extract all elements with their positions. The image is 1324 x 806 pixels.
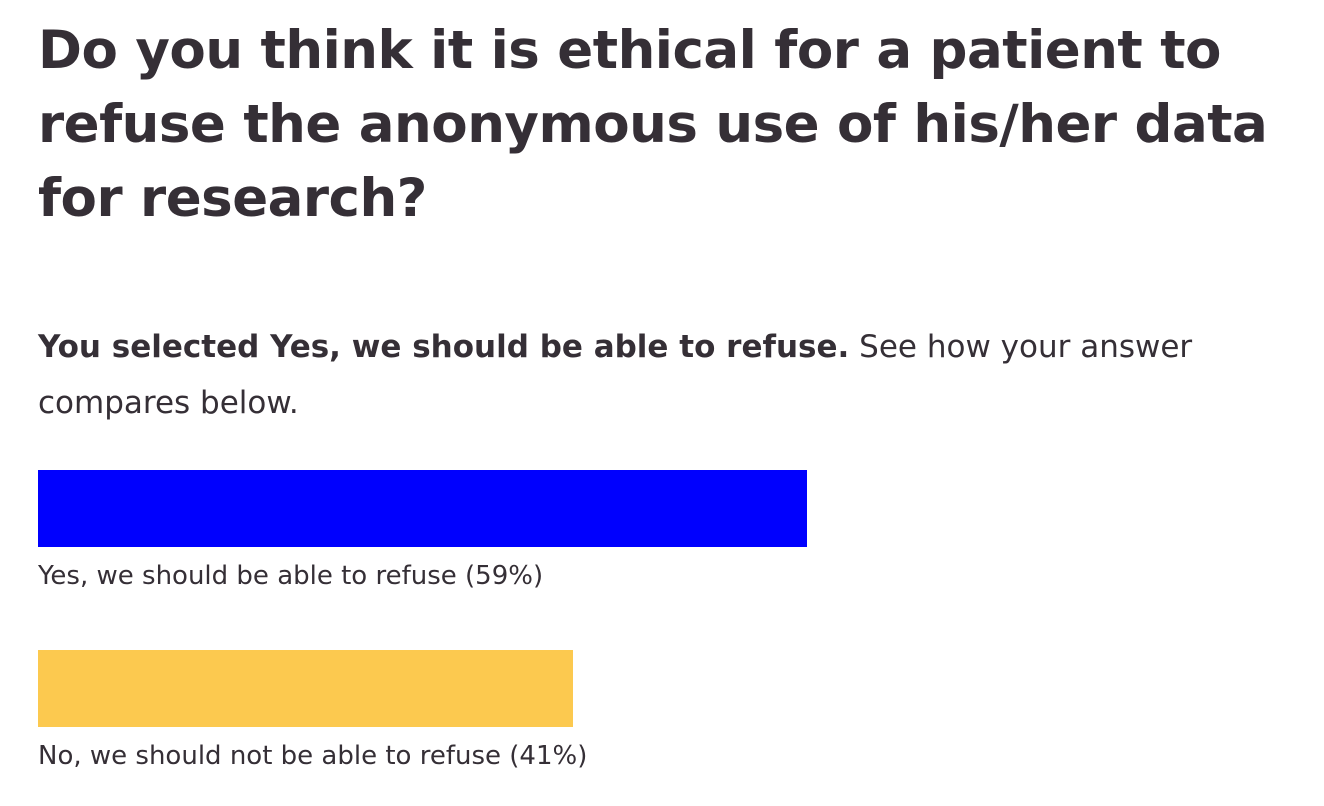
selected-answer-text: You selected Yes, we should be able to r… [38, 329, 850, 365]
result-label-no: No, we should not be able to refuse (41%… [38, 741, 588, 771]
result-item-no: No, we should not be able to refuse (41%… [38, 650, 1298, 772]
result-bar-track [38, 650, 1324, 727]
poll-results-panel: Do you think it is ethical for a patient… [38, 14, 1298, 771]
result-bar-no [38, 650, 573, 727]
result-bar-track [38, 470, 1324, 547]
result-label-yes: Yes, we should be able to refuse (59%) [38, 561, 544, 591]
result-item-yes: Yes, we should be able to refuse (59%) [38, 470, 1298, 592]
result-bar-yes [38, 470, 808, 547]
poll-question: Do you think it is ethical for a patient… [38, 20, 1268, 229]
selection-summary: You selected Yes, we should be able to r… [38, 319, 1288, 431]
